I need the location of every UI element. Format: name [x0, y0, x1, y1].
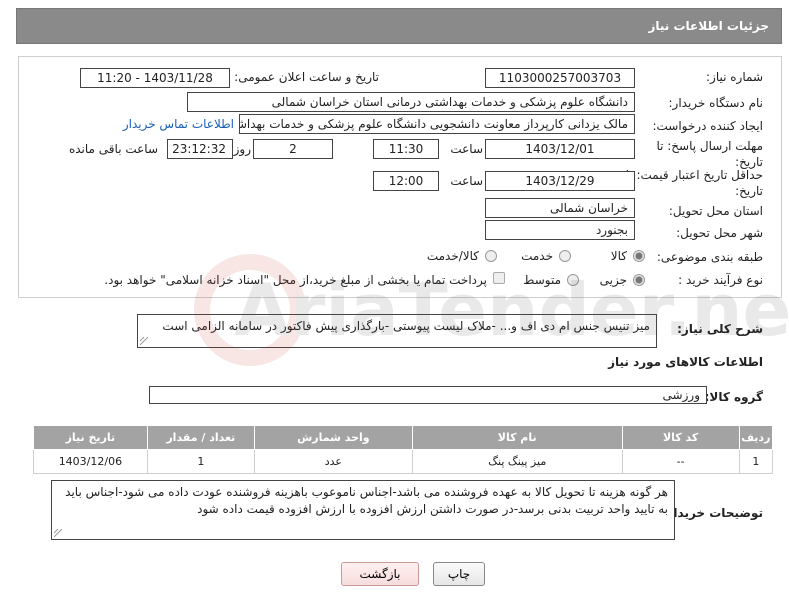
col-name-header: نام کالا [411, 425, 623, 450]
cell-name: میز پینگ پنگ [411, 449, 623, 474]
category-goods-radio[interactable] [633, 250, 645, 262]
reply-deadline-label: مهلت ارسال پاسخ: تا تاریخ: [656, 139, 763, 169]
purchase-partial-label: جزیی [599, 273, 627, 287]
buyer-contact-link[interactable]: اطلاعات تماس خریدار [123, 117, 234, 131]
col-row-header: ردیف [738, 425, 774, 450]
col-code-header: کد کالا [621, 425, 740, 450]
delivery-province-label: استان محل تحویل: [668, 204, 763, 218]
cell-code: -- [621, 449, 740, 474]
col-unit-header: واحد شمارش [253, 425, 413, 450]
cell-unit: عدد [253, 449, 413, 474]
treasury-note: پرداخت تمام یا بخشی از مبلغ خرید،از محل … [104, 273, 487, 287]
treasury-checkbox[interactable] [493, 272, 505, 284]
print-button[interactable]: چاپ [433, 562, 485, 586]
buyer-org-field: دانشگاه علوم پزشکی و خدمات بهداشتی درمان… [187, 92, 635, 112]
purchase-type-label: نوع فرآیند خرید : [678, 273, 763, 287]
col-date-header: تاریخ نیاز [33, 425, 148, 450]
price-validity-date-field: 1403/12/29 [485, 171, 635, 191]
page-header: جزئیات اطلاعات نیاز [16, 8, 782, 44]
page-title: جزئیات اطلاعات نیاز [648, 19, 769, 33]
cell-row: 1 [738, 449, 774, 474]
goods-group-label: گروه کالا: [704, 390, 763, 404]
category-goods-service-radio[interactable] [485, 250, 497, 262]
reply-time-label: ساعت [450, 142, 483, 156]
need-number-label: شماره نیاز: [706, 70, 763, 84]
buyer-notes-label: توضیحات خریدار: [661, 506, 763, 520]
col-qty-header: تعداد / مقدار [146, 425, 255, 450]
category-label: طبقه بندی موضوعی: [656, 250, 763, 264]
category-goods-service-label: کالا/خدمت [426, 249, 479, 263]
requester-label: ایجاد کننده درخواست: [652, 119, 763, 133]
announce-datetime-label: تاریخ و ساعت اعلان عمومی: [234, 70, 379, 84]
purchase-medium-radio[interactable] [567, 274, 579, 286]
description-text: میز تنیس جنس ام دی اف و... -ملاک لیست پی… [162, 319, 650, 333]
remaining-time-label: ساعت باقی مانده [68, 142, 158, 156]
items-table: ردیف کد کالا نام کالا واحد شمارش تعداد /… [33, 425, 774, 474]
cell-date: 1403/12/06 [33, 449, 148, 474]
purchase-partial-radio[interactable] [633, 274, 645, 286]
price-validity-label: حداقل تاریخ اعتبار قیمت: تا تاریخ: [625, 168, 763, 198]
buyer-org-label: نام دستگاه خریدار: [668, 96, 764, 110]
back-button[interactable]: بازگشت [341, 562, 419, 586]
category-service-radio[interactable] [559, 250, 571, 262]
reply-days-field: 2 [253, 139, 333, 159]
buyer-notes-textarea: هر گونه هزینه تا تحویل کالا به عهده فروش… [51, 480, 675, 540]
reply-deadline-date-field: 1403/12/01 [485, 139, 635, 159]
goods-group-field: ورزشی [149, 386, 707, 404]
goods-section-title: اطلاعات کالاهای مورد نیاز [608, 355, 763, 369]
items-table-header: ردیف کد کالا نام کالا واحد شمارش تعداد /… [33, 425, 774, 450]
need-number-field: 1103000257003703 [485, 68, 635, 88]
delivery-city-label: شهر محل تحویل: [676, 226, 763, 240]
cell-qty: 1 [146, 449, 255, 474]
price-validity-time-field: 12:00 [373, 171, 439, 191]
category-goods-label: کالا [610, 249, 627, 263]
buyer-notes-text: هر گونه هزینه تا تحویل کالا به عهده فروش… [65, 485, 668, 516]
description-textarea: میز تنیس جنس ام دی اف و... -ملاک لیست پی… [137, 314, 657, 348]
resize-grip-icon[interactable] [140, 337, 148, 345]
description-label: شرح کلی نیاز: [677, 322, 763, 336]
resize-grip-icon[interactable] [54, 529, 62, 537]
price-validity-time-label: ساعت [450, 174, 483, 188]
remaining-time-field: 23:12:32 [167, 139, 233, 159]
announce-datetime-field: 1403/11/28 - 11:20 [80, 68, 230, 88]
delivery-province-field: خراسان شمالی [485, 198, 635, 218]
requester-field: مالک یزدانی کارپرداز معاونت دانشجویی دان… [239, 114, 635, 134]
reply-deadline-time-field: 11:30 [373, 139, 439, 159]
category-service-label: خدمت [521, 249, 553, 263]
table-row: 1 -- میز پینگ پنگ عدد 1 1403/12/06 [33, 449, 774, 474]
purchase-medium-label: متوسط [523, 273, 561, 287]
delivery-city-field: بجنورد [485, 220, 635, 240]
